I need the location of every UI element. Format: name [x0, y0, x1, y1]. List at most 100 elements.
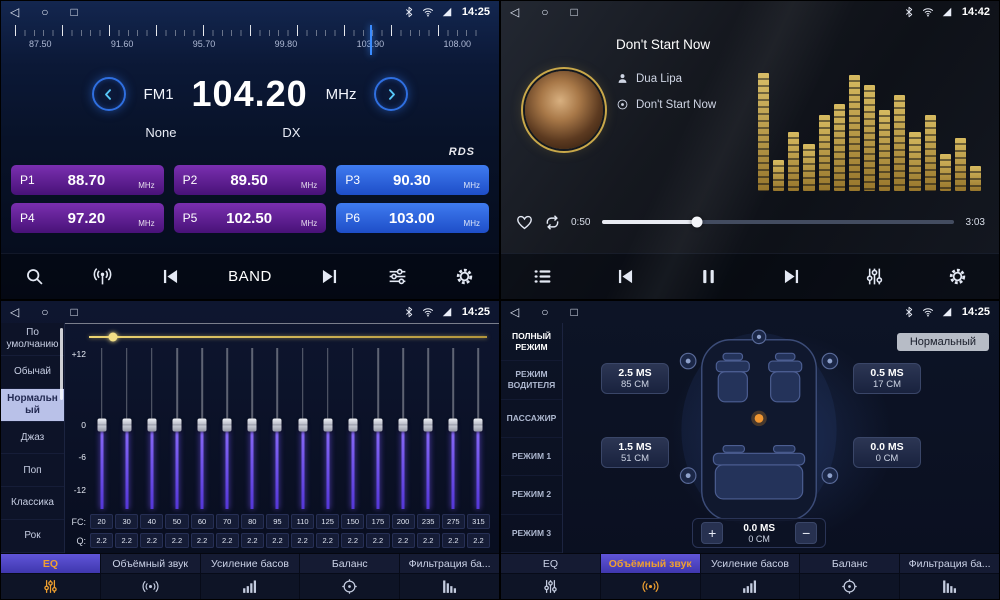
delay-rear-right-button[interactable]: 0.0 MS 0 CM — [853, 437, 921, 468]
eq-band-handle[interactable] — [97, 419, 106, 432]
previous-track-button[interactable] — [615, 266, 636, 287]
equalizer-button[interactable] — [864, 266, 885, 287]
tune-down-button[interactable] — [92, 77, 126, 111]
nav-recents-button[interactable]: □ — [570, 306, 577, 318]
eq-band-handle[interactable] — [147, 419, 156, 432]
delay-decrease-button[interactable]: − — [795, 522, 817, 544]
delay-front-left-button[interactable]: 2.5 MS 85 CM — [601, 363, 669, 394]
nav-recents-button[interactable]: □ — [570, 6, 577, 18]
preset-button-p6[interactable]: P6103.00MHz — [336, 203, 489, 233]
eq-band-handle[interactable] — [122, 419, 131, 432]
pause-button[interactable] — [698, 266, 719, 287]
playlist-button[interactable] — [532, 266, 553, 287]
eq-band-slider[interactable] — [265, 346, 290, 511]
eq-band-handle[interactable] — [348, 419, 357, 432]
tab-bass[interactable]: Усиление басов — [701, 554, 801, 599]
tab-eq[interactable]: EQ — [1, 554, 101, 599]
eq-band-slider[interactable] — [89, 346, 114, 511]
nav-recents-button[interactable]: □ — [70, 6, 77, 18]
tab-filter[interactable]: Фильтрация ба... — [900, 554, 999, 599]
eq-band-slider[interactable] — [441, 346, 466, 511]
preset-button-p5[interactable]: P5102.50MHz — [174, 203, 327, 233]
stations-list-button[interactable] — [92, 266, 113, 287]
eq-preset-item[interactable]: Обычай — [1, 356, 64, 389]
eq-band-handle[interactable] — [223, 419, 232, 432]
nav-back-button[interactable]: ◁ — [10, 306, 19, 318]
listening-mode-item[interactable]: РЕЖИМ ВОДИТЕЛЯ — [501, 361, 562, 399]
next-track-button[interactable] — [781, 266, 802, 287]
album-art[interactable] — [525, 71, 603, 149]
listening-mode-item[interactable]: РЕЖИМ 3 — [501, 515, 562, 553]
eq-band-handle[interactable] — [172, 419, 181, 432]
eq-band-handle[interactable] — [323, 419, 332, 432]
eq-preset-item[interactable]: Рок — [1, 520, 64, 553]
tab-eq[interactable]: EQ — [501, 554, 601, 599]
nav-recents-button[interactable]: □ — [70, 306, 77, 318]
eq-band-handle[interactable] — [198, 419, 207, 432]
eq-band-slider[interactable] — [240, 346, 265, 511]
eq-band-slider[interactable] — [340, 346, 365, 511]
preset-button-p3[interactable]: P390.30MHz — [336, 165, 489, 195]
delay-rear-left-button[interactable]: 1.5 MS 51 CM — [601, 437, 669, 468]
delay-increase-button[interactable]: + — [701, 522, 723, 544]
eq-master-handle[interactable] — [108, 332, 117, 341]
eq-band-slider[interactable] — [114, 346, 139, 511]
listening-mode-item[interactable]: РЕЖИМ 2 — [501, 476, 562, 514]
nav-home-button[interactable]: ○ — [41, 306, 48, 318]
settings-button[interactable] — [454, 266, 475, 287]
nav-home-button[interactable]: ○ — [541, 306, 548, 318]
seek-bar[interactable] — [602, 220, 953, 224]
tab-filter[interactable]: Фильтрация ба... — [400, 554, 499, 599]
eq-band-slider[interactable] — [466, 346, 491, 511]
eq-band-handle[interactable] — [248, 419, 257, 432]
nav-back-button[interactable]: ◁ — [510, 306, 519, 318]
eq-band-slider[interactable] — [190, 346, 215, 511]
nav-home-button[interactable]: ○ — [41, 6, 48, 18]
listening-mode-item[interactable]: ПОЛНЫЙ РЕЖИМ — [501, 323, 562, 361]
tab-surround[interactable]: Объёмный звук — [601, 554, 701, 599]
eq-preset-item[interactable]: По умолчанию — [1, 323, 64, 356]
nav-back-button[interactable]: ◁ — [510, 6, 519, 18]
frequency-scale[interactable]: 87.5091.6095.7099.80103.90108.00 — [1, 25, 499, 61]
eq-band-slider[interactable] — [215, 346, 240, 511]
tab-surround[interactable]: Объёмный звук — [101, 554, 201, 599]
preset-button-p4[interactable]: P497.20MHz — [11, 203, 164, 233]
eq-band-handle[interactable] — [399, 419, 408, 432]
eq-band-handle[interactable] — [424, 419, 433, 432]
eq-band-slider[interactable] — [139, 346, 164, 511]
preset-button-p2[interactable]: P289.50MHz — [174, 165, 327, 195]
eq-master-slider[interactable] — [89, 330, 487, 343]
eq-band-slider[interactable] — [164, 346, 189, 511]
eq-band-handle[interactable] — [298, 419, 307, 432]
eq-band-handle[interactable] — [373, 419, 382, 432]
station-scan-button[interactable] — [24, 266, 45, 287]
nav-back-button[interactable]: ◁ — [10, 6, 19, 18]
eq-preset-item[interactable]: Классика — [1, 487, 64, 520]
eq-band-slider[interactable] — [365, 346, 390, 511]
repeat-button[interactable] — [543, 213, 562, 232]
eq-preset-item[interactable]: Джаз — [1, 422, 64, 455]
eq-band-handle[interactable] — [273, 419, 282, 432]
preset-button-p1[interactable]: P188.70MHz — [11, 165, 164, 195]
listening-mode-item[interactable]: РЕЖИМ 1 — [501, 438, 562, 476]
seek-bar-knob[interactable] — [692, 217, 703, 228]
settings-button[interactable] — [947, 266, 968, 287]
tune-up-button[interactable] — [374, 77, 408, 111]
next-station-button[interactable] — [319, 266, 340, 287]
listening-mode-item[interactable]: ПАССАЖИР — [501, 400, 562, 438]
sound-profile-button[interactable]: Нормальный — [897, 333, 989, 351]
eq-band-handle[interactable] — [449, 419, 458, 432]
eq-preset-item[interactable]: Поп — [1, 454, 64, 487]
delay-front-right-button[interactable]: 0.5 MS 17 CM — [853, 363, 921, 394]
eq-preset-item[interactable]: Нормальный — [1, 389, 64, 422]
audio-adjust-button[interactable] — [387, 266, 408, 287]
previous-station-button[interactable] — [160, 266, 181, 287]
eq-band-slider[interactable] — [290, 346, 315, 511]
favorite-button[interactable] — [515, 213, 534, 232]
nav-home-button[interactable]: ○ — [541, 6, 548, 18]
eq-band-slider[interactable] — [391, 346, 416, 511]
eq-band-handle[interactable] — [474, 419, 483, 432]
eq-band-slider[interactable] — [315, 346, 340, 511]
eq-band-slider[interactable] — [416, 346, 441, 511]
tab-balance[interactable]: Баланс — [800, 554, 900, 599]
